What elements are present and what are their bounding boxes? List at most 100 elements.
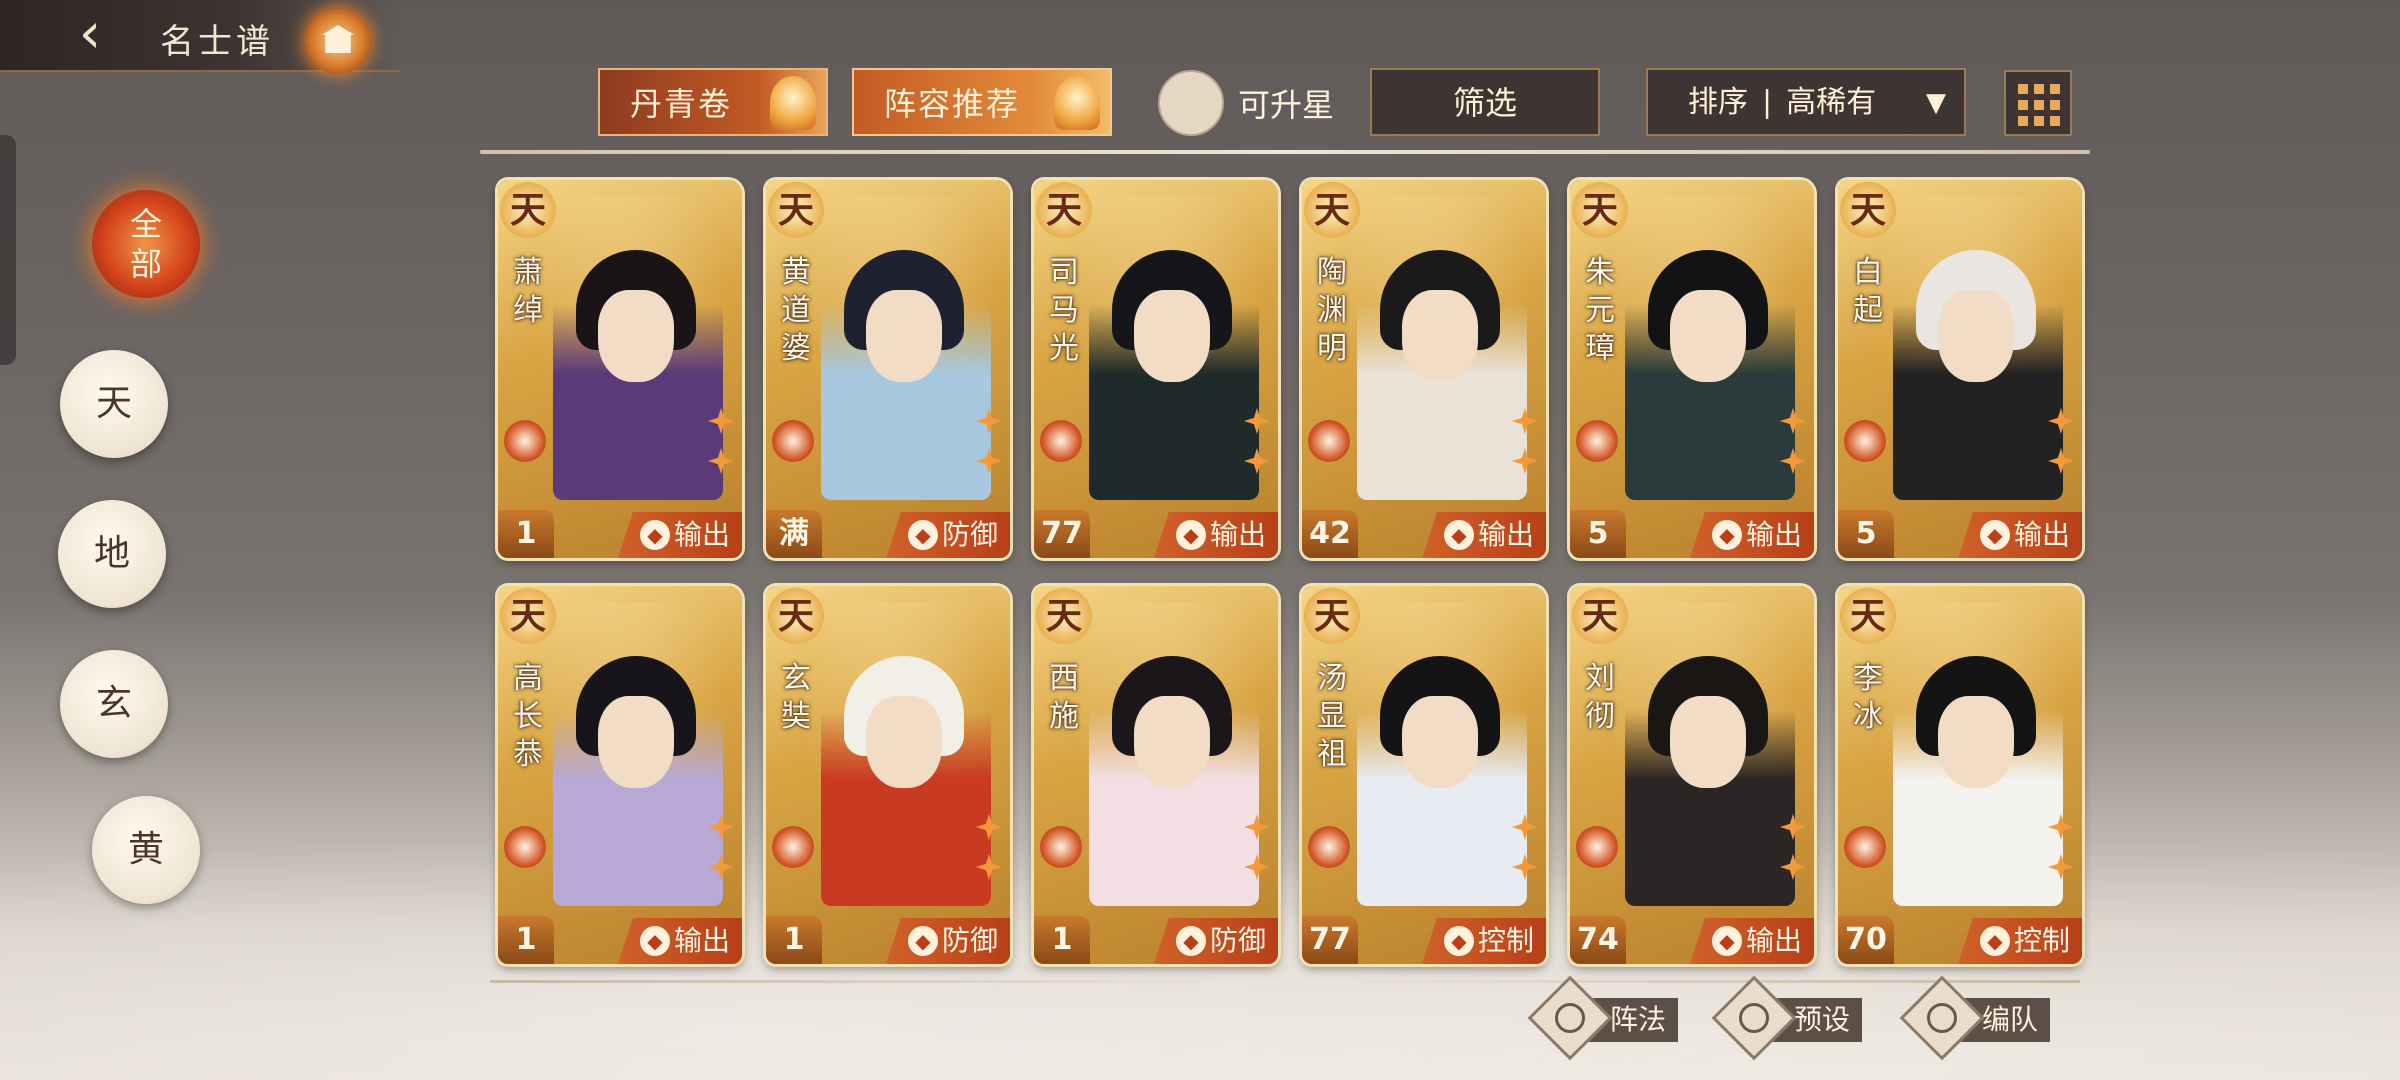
hero-role-label: 输出 — [673, 518, 730, 551]
element-icon — [772, 826, 814, 868]
hero-card[interactable]: 天玄奘 1 ◆ 防御 — [766, 586, 1010, 964]
hero-role-label: 输出 — [2013, 518, 2070, 551]
element-icon — [1040, 826, 1082, 868]
hero-level: 77 — [1302, 916, 1358, 964]
hero-role: ◆ 输出 — [1422, 512, 1546, 558]
hero-level: 70 — [1838, 916, 1894, 964]
hero-level: 1 — [1034, 916, 1090, 964]
hero-face — [1938, 290, 2014, 382]
back-arrow-icon[interactable]: ‹ — [60, 6, 120, 66]
lineup-recommend-button[interactable]: 阵容推荐 — [852, 68, 1112, 136]
album-button-label: 丹青卷 — [630, 85, 733, 123]
hero-name: 萧绰 — [513, 255, 543, 328]
hero-role-label: 控制 — [2013, 924, 2070, 957]
hero-level: 5 — [1838, 510, 1894, 558]
hero-role: ◆ 防御 — [1154, 918, 1278, 964]
hero-card[interactable]: 天萧绰 1 ◆ 输出 — [498, 180, 742, 558]
sword-icon: ◆ — [1712, 926, 1742, 956]
lotus-icon — [770, 76, 816, 130]
hero-card[interactable]: 天朱元璋 5 ◆ 输出 — [1570, 180, 1814, 558]
lineup-button-label: 阵容推荐 — [884, 85, 1021, 123]
tier-badge: 天 — [500, 588, 556, 644]
sort-dropdown[interactable]: 排序 | 高稀有 ▼ — [1646, 68, 1966, 136]
bottom-divider — [490, 980, 2080, 983]
hero-role: ◆ 防御 — [886, 918, 1010, 964]
sword-icon: ◆ — [1176, 520, 1206, 550]
hero-face — [1134, 290, 1210, 382]
formation-button[interactable]: 阵法 — [1527, 975, 1690, 1061]
hero-face — [1402, 290, 1478, 382]
hero-role: ◆ 输出 — [1690, 512, 1814, 558]
element-icon — [1844, 420, 1886, 462]
hero-role: ◆ 控制 — [1422, 918, 1546, 964]
preset-button[interactable]: 预设 — [1711, 975, 1874, 1061]
hero-role: ◆ 输出 — [1154, 512, 1278, 558]
hero-role: ◆ 控制 — [1958, 918, 2082, 964]
element-icon — [1040, 420, 1082, 462]
hero-name: 李冰 — [1853, 661, 1883, 734]
hero-level: 满 — [766, 510, 822, 558]
control-icon: ◆ — [1980, 926, 2010, 956]
hero-name: 高长恭 — [513, 661, 543, 772]
sword-icon: ◆ — [640, 520, 670, 550]
hero-role-label: 防御 — [941, 518, 998, 551]
hero-name: 汤显祖 — [1317, 661, 1347, 772]
tier-badge: 天 — [1036, 588, 1092, 644]
hero-name: 朱元璋 — [1585, 255, 1615, 366]
shield-icon: ◆ — [908, 520, 938, 550]
tier-badge: 天 — [1304, 588, 1360, 644]
side-drawer-handle[interactable] — [0, 135, 16, 365]
hero-role: ◆ 输出 — [1690, 918, 1814, 964]
control-icon: ◆ — [1444, 926, 1474, 956]
sword-icon: ◆ — [1980, 520, 2010, 550]
hero-face — [1134, 696, 1210, 788]
pavilion-icon — [305, 8, 371, 74]
sword-icon: ◆ — [640, 926, 670, 956]
tier-badge: 天 — [1572, 182, 1628, 238]
rank-filter-di[interactable]: 地 — [58, 500, 166, 608]
team-button[interactable]: 编队 — [1899, 975, 2062, 1061]
tier-badge: 天 — [1304, 182, 1360, 238]
album-button[interactable]: 丹青卷 — [598, 68, 828, 136]
element-icon — [1844, 826, 1886, 868]
hero-level: 1 — [766, 916, 822, 964]
element-icon — [504, 826, 546, 868]
rank-filter-tian[interactable]: 天 — [60, 350, 168, 458]
tier-badge: 天 — [1572, 588, 1628, 644]
rank-filter-all[interactable]: 全部 — [92, 190, 200, 298]
hero-role-label: 防御 — [941, 924, 998, 957]
hero-face — [598, 696, 674, 788]
title-bar: ‹ 名士谱 — [0, 0, 400, 74]
hero-name: 玄奘 — [781, 661, 811, 734]
hero-name: 刘彻 — [1585, 661, 1615, 734]
formation-icon-inner — [1555, 1003, 1585, 1033]
element-icon — [772, 420, 814, 462]
hero-face — [1670, 290, 1746, 382]
upgradable-label: 可升星 — [1238, 86, 1335, 124]
upgradable-checkbox[interactable] — [1158, 70, 1224, 136]
filter-button[interactable]: 筛选 — [1370, 68, 1600, 136]
hero-card[interactable]: 天司马光 77 ◆ 输出 — [1034, 180, 1278, 558]
hero-card[interactable]: 天陶渊明 42 ◆ 输出 — [1302, 180, 1546, 558]
hero-level: 74 — [1570, 916, 1626, 964]
hero-card[interactable]: 天刘彻 74 ◆ 输出 — [1570, 586, 1814, 964]
grid-view-icon[interactable] — [2004, 70, 2072, 136]
hero-role: ◆ 输出 — [618, 512, 742, 558]
hero-face — [866, 696, 942, 788]
preset-icon-inner — [1739, 1003, 1769, 1033]
hero-role: ◆ 防御 — [886, 512, 1010, 558]
sword-icon: ◆ — [1444, 520, 1474, 550]
rank-filter-all-label: 全部 — [129, 205, 162, 283]
hero-face — [1402, 696, 1478, 788]
rank-filter-huang[interactable]: 黄 — [92, 796, 200, 904]
hero-card[interactable]: 天西施 1 ◆ 防御 — [1034, 586, 1278, 964]
hero-role-label: 输出 — [673, 924, 730, 957]
hero-card[interactable]: 天李冰 70 ◆ 控制 — [1838, 586, 2082, 964]
tier-badge: 天 — [1840, 588, 1896, 644]
rank-filter-xuan[interactable]: 玄 — [60, 650, 168, 758]
hero-card[interactable]: 天汤显祖 77 ◆ 控制 — [1302, 586, 1546, 964]
hero-card[interactable]: 天白起 5 ◆ 输出 — [1838, 180, 2082, 558]
figure-icon — [1054, 76, 1100, 130]
hero-card[interactable]: 天黄道婆满 ◆ 防御 — [766, 180, 1010, 558]
hero-card[interactable]: 天高长恭 1 ◆ 输出 — [498, 586, 742, 964]
